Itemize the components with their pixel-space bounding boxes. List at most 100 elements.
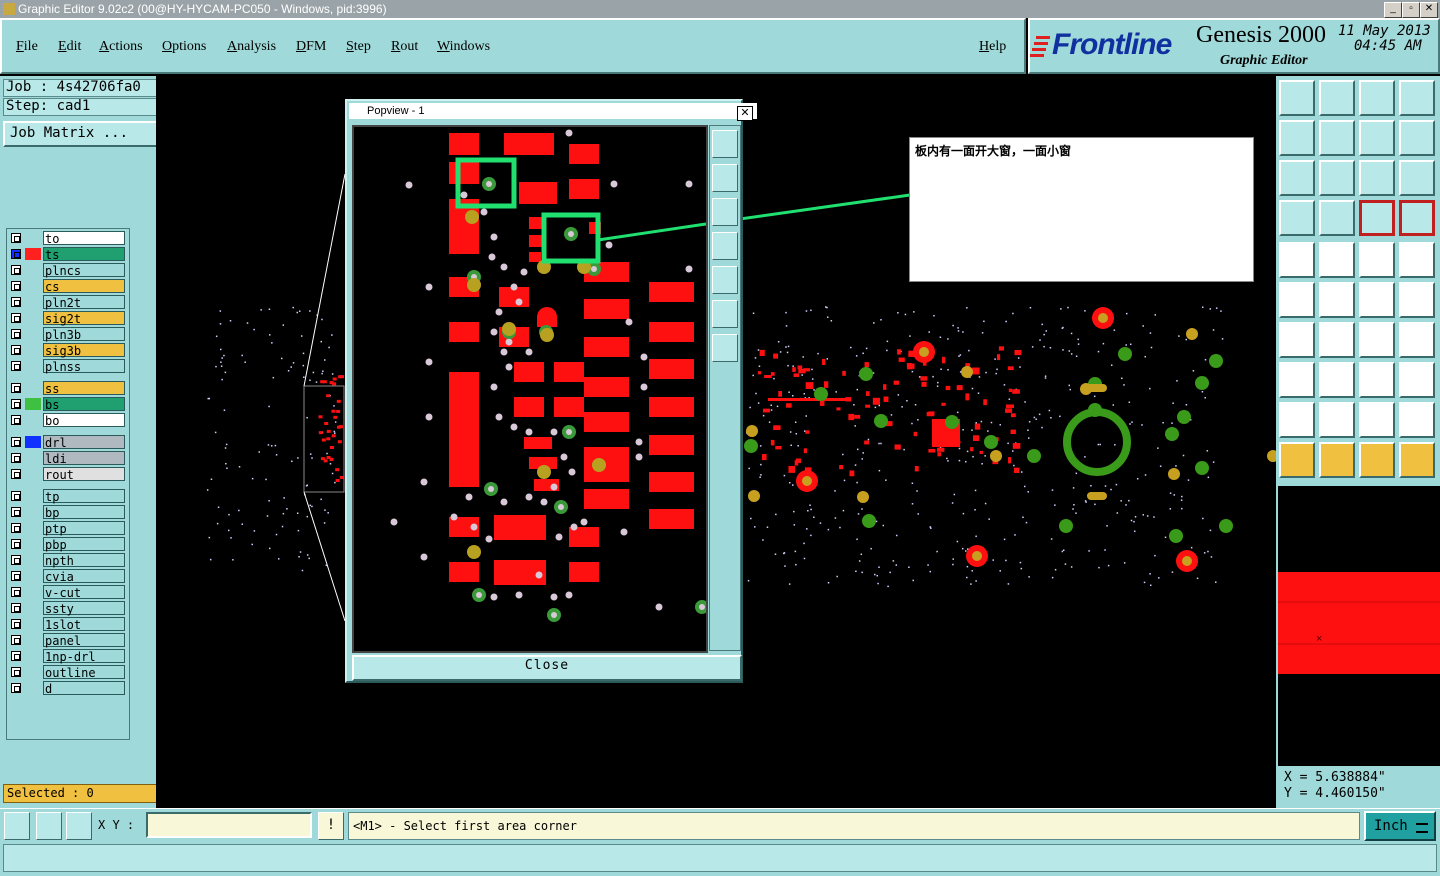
grid-icon[interactable]: [66, 812, 92, 840]
menu-file[interactable]: File: [16, 39, 38, 55]
layer-checkbox[interactable]: [11, 603, 21, 613]
zoom-in-icon[interactable]: [712, 300, 738, 328]
popview-window[interactable]: Popview - 1 ✕ Close: [345, 99, 757, 683]
layer-color-swatch[interactable]: [25, 682, 41, 694]
layer-row-ss[interactable]: ss: [9, 381, 127, 396]
snap-icon[interactable]: [4, 812, 30, 840]
settings-icon[interactable]: [1279, 200, 1315, 236]
layer-row-panel[interactable]: panel: [9, 633, 127, 648]
layer-checkbox[interactable]: [11, 249, 21, 259]
layer-row-outline[interactable]: outline: [9, 665, 127, 680]
draw-line-icon[interactable]: [1319, 242, 1355, 278]
layer-color-swatch[interactable]: [25, 280, 41, 292]
layer-color-swatch[interactable]: [25, 618, 41, 630]
layer-row-ssty[interactable]: ssty: [9, 601, 127, 616]
layer-color-swatch[interactable]: [25, 328, 41, 340]
layer-color-swatch[interactable]: [25, 436, 41, 448]
layer-name[interactable]: sig3b: [43, 343, 125, 358]
layer-name[interactable]: 1np-drl: [43, 649, 125, 664]
angle-icon[interactable]: [1279, 322, 1315, 358]
layer-checkbox[interactable]: [11, 437, 21, 447]
layer-name[interactable]: bp: [43, 505, 125, 520]
pan-up-icon[interactable]: [712, 164, 738, 192]
layer-row-1np-drl[interactable]: 1np-drl: [9, 649, 127, 664]
triangle4-icon[interactable]: [1399, 402, 1435, 438]
layer-row-bp[interactable]: bp: [9, 505, 127, 520]
layer-row-d[interactable]: d: [9, 681, 127, 696]
layer-name[interactable]: 1slot: [43, 617, 125, 632]
layer-checkbox[interactable]: [11, 415, 21, 425]
arrow-point2-icon[interactable]: [1399, 282, 1435, 318]
layer-name[interactable]: drl: [43, 435, 125, 450]
layer-row-ts[interactable]: ts: [9, 247, 127, 262]
triangle3-icon[interactable]: [1359, 402, 1395, 438]
layer-name[interactable]: ssty: [43, 601, 125, 616]
layer-color-swatch[interactable]: [25, 602, 41, 614]
layer-checkbox[interactable]: [11, 383, 21, 393]
job-matrix-button[interactable]: Job Matrix ...: [3, 121, 162, 147]
pointer2-icon[interactable]: [1319, 442, 1355, 478]
help-query-icon[interactable]: [1399, 160, 1435, 196]
layer-color-swatch[interactable]: [25, 344, 41, 356]
layer-row-plnss[interactable]: plnss: [9, 359, 127, 374]
layer-name[interactable]: rout: [43, 467, 125, 482]
layer-name[interactable]: npth: [43, 553, 125, 568]
layer-row-pln2t[interactable]: pln2t: [9, 295, 127, 310]
layer-name[interactable]: v-cut: [43, 585, 125, 600]
menu-step[interactable]: Step: [346, 39, 371, 55]
layer-name[interactable]: outline: [43, 665, 125, 680]
layer-checkbox[interactable]: [11, 523, 21, 533]
zoom-home-icon[interactable]: [712, 130, 738, 158]
layer-checkbox[interactable]: [11, 619, 21, 629]
layer-color-swatch[interactable]: [25, 634, 41, 646]
layer-row-cs[interactable]: cs: [9, 279, 127, 294]
layer-checkbox[interactable]: [11, 453, 21, 463]
connect-icon[interactable]: [1279, 282, 1315, 318]
layers-red-icon[interactable]: [1359, 200, 1395, 236]
zoom-out-icon[interactable]: [712, 334, 738, 362]
layer-row-sig2t[interactable]: sig2t: [9, 311, 127, 326]
layer-color-swatch[interactable]: [25, 360, 41, 372]
layer-color-swatch[interactable]: [25, 296, 41, 308]
layer-color-swatch[interactable]: [25, 248, 41, 260]
layer-checkbox[interactable]: [11, 313, 21, 323]
layer-checkbox[interactable]: [11, 233, 21, 243]
layer-name[interactable]: d: [43, 681, 125, 696]
mini-map[interactable]: ×: [1278, 486, 1440, 788]
cross-icon[interactable]: [1319, 282, 1355, 318]
shape-icon[interactable]: [1399, 362, 1435, 398]
layer-name[interactable]: bs: [43, 397, 125, 412]
layer-checkbox[interactable]: [11, 667, 21, 677]
pad-add-icon[interactable]: [1279, 362, 1315, 398]
layer-checkbox[interactable]: [11, 281, 21, 291]
layer-checkbox[interactable]: [11, 345, 21, 355]
layer-color-swatch[interactable]: [25, 312, 41, 324]
layer-row-ldi[interactable]: ldi: [9, 451, 127, 466]
triangle-icon[interactable]: [1279, 402, 1315, 438]
scale-1-2-icon[interactable]: [1359, 160, 1395, 196]
layer-name[interactable]: ldi: [43, 451, 125, 466]
fit-icon[interactable]: [1279, 160, 1315, 196]
mini-map-view[interactable]: ×: [1278, 486, 1440, 788]
layer-color-swatch[interactable]: [25, 398, 41, 410]
layer-row-bs[interactable]: bs: [9, 397, 127, 412]
close-window-button[interactable]: ✕: [1420, 2, 1438, 18]
layer-checkbox[interactable]: [11, 507, 21, 517]
layer-row-pbp[interactable]: pbp: [9, 537, 127, 552]
pan-right-icon[interactable]: [712, 266, 738, 294]
undo-icon[interactable]: [1359, 120, 1395, 156]
layer-row-cvia[interactable]: cvia: [9, 569, 127, 584]
ruler-icon[interactable]: [1359, 242, 1395, 278]
layer-color-swatch[interactable]: [25, 264, 41, 276]
layer-row-bo[interactable]: bo: [9, 413, 127, 428]
layer-name[interactable]: pln2t: [43, 295, 125, 310]
layer-name[interactable]: ts: [43, 247, 125, 262]
layer-checkbox[interactable]: [11, 683, 21, 693]
layer-checkbox[interactable]: [11, 635, 21, 645]
center-icon[interactable]: [1319, 160, 1355, 196]
layer-checkbox[interactable]: [11, 555, 21, 565]
layer-name[interactable]: tp: [43, 489, 125, 504]
layer-color-swatch[interactable]: [25, 232, 41, 244]
layer-checkbox[interactable]: [11, 361, 21, 371]
layer-name[interactable]: cs: [43, 279, 125, 294]
